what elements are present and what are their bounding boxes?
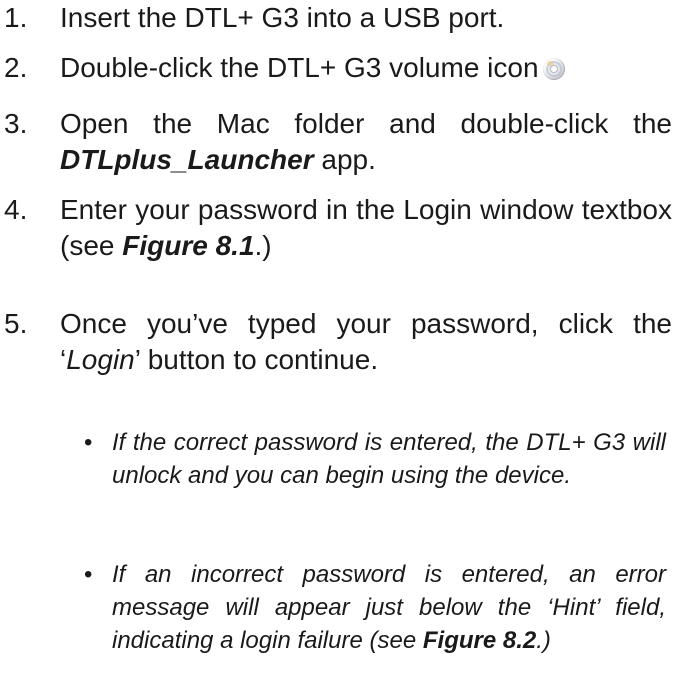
app-name: DTLplus_Launcher	[60, 144, 314, 175]
bullet-text: If the correct password is entered, the …	[112, 429, 666, 489]
bullet-text-end: .)	[536, 627, 551, 654]
step-5: 5. Once you’ve typed your password, clic…	[0, 306, 672, 386]
bullet-marker: •	[84, 429, 93, 456]
step-5-text-end: ’ button to continue.	[134, 344, 379, 375]
step-3-text: Open the Mac folder and double-click the	[60, 108, 672, 139]
figure-reference: Figure 8.1	[122, 230, 255, 261]
login-button-reference: Login	[66, 344, 135, 375]
bullet-marker: •	[84, 561, 93, 588]
step-1: 1. Insert the DTL+ G3 into a USB port.	[0, 0, 672, 40]
step-4-text-end: .)	[254, 230, 272, 261]
bullet-correct-password: • If the correct password is entered, th…	[84, 426, 666, 492]
figure-reference: Figure 8.2	[422, 627, 537, 654]
step-number: 4.	[4, 194, 28, 225]
step-number: 3.	[4, 108, 28, 139]
step-text: Once you’ve typed your password, click t…	[60, 306, 672, 378]
step-text: Enter your password in the Login window …	[60, 192, 672, 264]
instruction-document: 1. Insert the DTL+ G3 into a USB port. 2…	[0, 0, 680, 691]
step-1-text: Insert the DTL+ G3 into a USB port.	[60, 2, 505, 33]
disc-volume-icon	[542, 58, 565, 80]
step-number: 2.	[4, 52, 28, 83]
step-3: 3. Open the Mac folder and double-click …	[0, 106, 672, 186]
step-3-text-end: app.	[313, 144, 376, 175]
bullet-incorrect-password: • If an incorrect password is entered, a…	[84, 558, 666, 657]
step-2: 2. Double-click the DTL+ G3 volume icon	[0, 50, 672, 90]
step-text: Open the Mac folder and double-click the…	[60, 106, 672, 178]
step-number: 1.	[4, 2, 28, 33]
step-text: Double-click the DTL+ G3 volume icon	[60, 50, 672, 86]
step-4: 4. Enter your password in the Login wind…	[0, 192, 672, 272]
step-number: 5.	[4, 308, 28, 339]
bullet-text: If an incorrect password is entered, an …	[112, 561, 666, 654]
step-2-text: Double-click the DTL+ G3 volume icon	[60, 52, 539, 83]
step-text: Insert the DTL+ G3 into a USB port.	[60, 0, 672, 36]
